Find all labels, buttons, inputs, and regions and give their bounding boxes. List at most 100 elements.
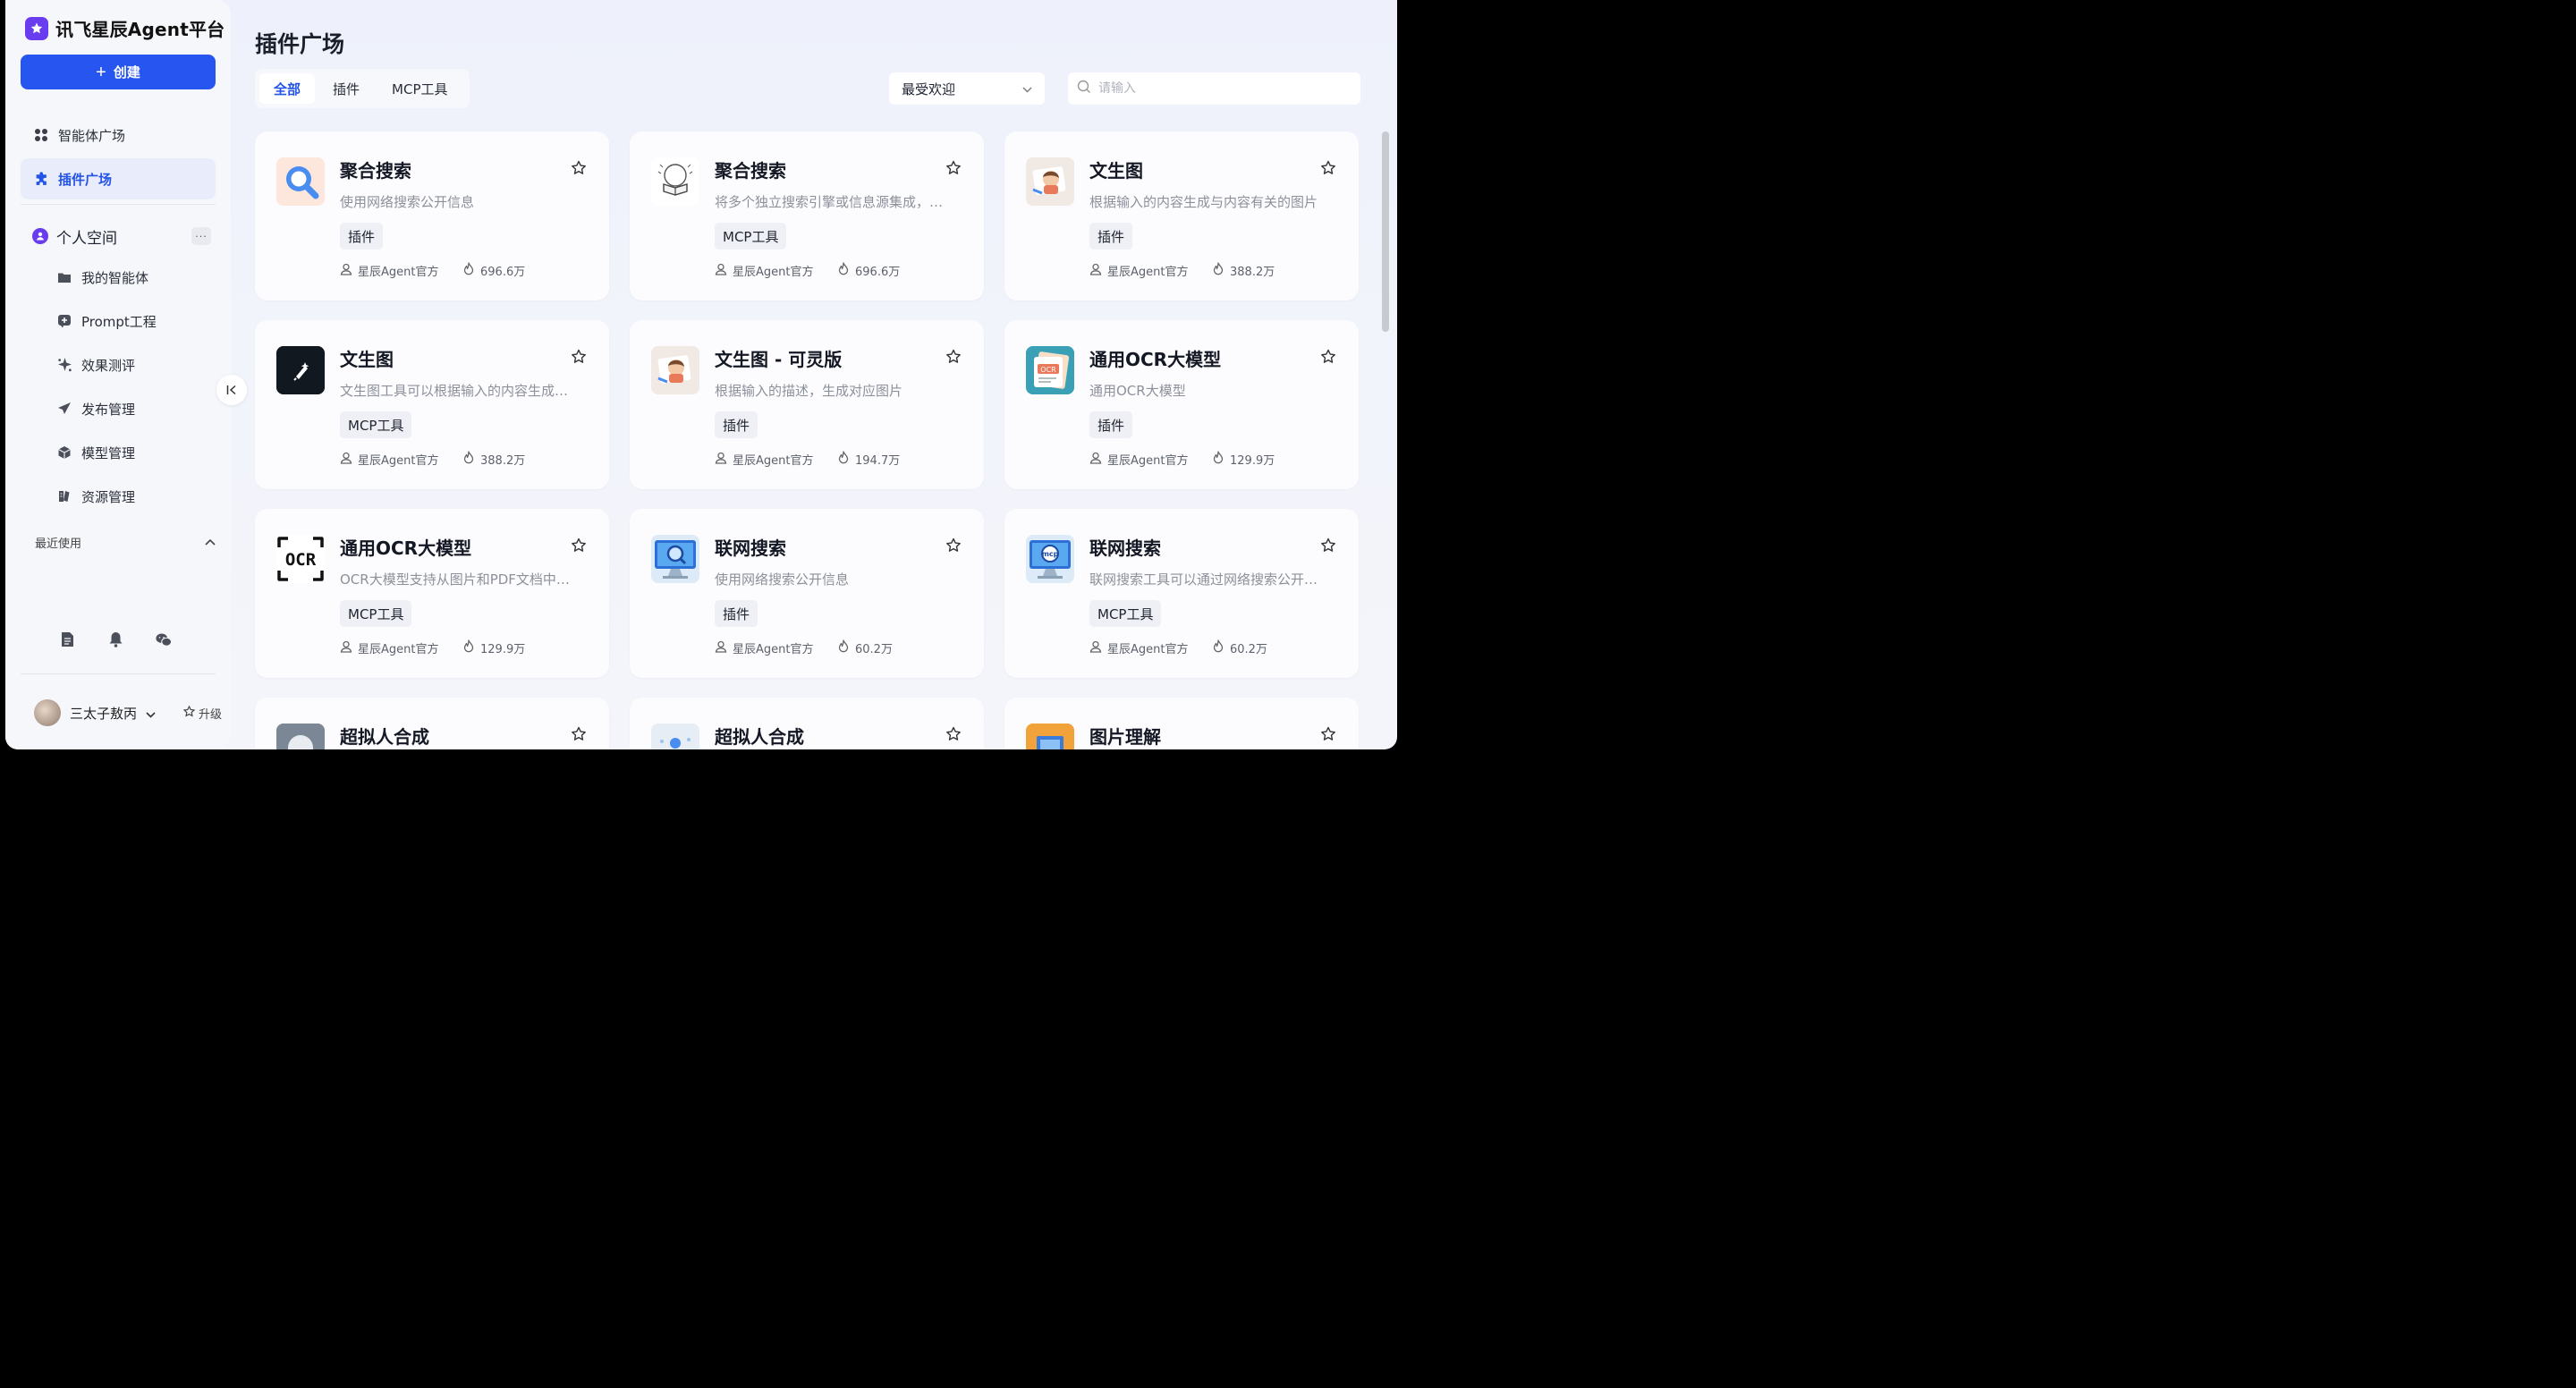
tab-all[interactable]: 全部 [259,73,316,104]
user-icon [1089,452,1102,468]
plugin-card[interactable]: 文生图 文生图工具可以根据输入的内容生成… MCP工具 星辰Agent官方 38… [255,320,609,489]
brand[interactable]: 讯飞星辰Agent平台 [25,15,225,41]
collapse-sidebar-button[interactable] [216,375,247,405]
card-description: 使用网络搜索公开信息 [340,194,475,210]
plugin-card[interactable]: 聚合搜索 将多个独立搜索引擎或信息源集成，… MCP工具 星辰Agent官方 6… [630,131,984,300]
girl-painting-icon [1026,157,1074,206]
sidebar-item-label: 模型管理 [81,444,136,461]
star-icon[interactable] [945,725,962,743]
resource-book-icon [56,488,72,504]
card-author: 星辰Agent官方 [358,454,439,468]
star-icon[interactable] [570,725,588,743]
card-title: 联网搜索 [1089,537,1161,559]
plugin-card[interactable]: 聚合搜索 使用网络搜索公开信息 插件 星辰Agent官方 696.6万 [255,131,609,300]
plugin-card[interactable]: 文生图 - 可灵版 根据输入的描述，生成对应图片 插件 星辰Agent官方 19… [630,320,984,489]
flame-icon [837,639,850,656]
star-icon[interactable] [570,159,588,177]
card-title: 聚合搜索 [715,160,786,182]
star-icon[interactable] [945,537,962,554]
scrollbar-thumb[interactable] [1382,131,1389,332]
chevron-down-icon[interactable] [146,705,156,722]
star-icon[interactable] [945,348,962,366]
plugin-card[interactable]: 超拟人合成 [630,698,984,749]
nav-item-agent-square[interactable]: 智能体广场 [21,114,216,156]
upgrade-label: 升级 [198,707,222,722]
user-icon [340,452,352,468]
upgrade-button[interactable]: 升级 [182,705,222,722]
plugin-card[interactable]: 图片理解 [1004,698,1359,749]
figure-scene-icon [651,724,699,749]
card-tag: MCP工具 [340,411,412,438]
folder-icon [56,269,72,285]
sidebar-item-prompt[interactable]: Prompt工程 [56,308,157,334]
card-title: 文生图 [340,349,394,370]
tab-plugins[interactable]: 插件 [318,73,374,104]
card-hot-count: 388.2万 [1230,266,1275,279]
image-frame-icon [1026,724,1074,749]
search-box[interactable] [1068,72,1360,105]
more-options-button[interactable]: ··· [191,227,211,245]
brand-logo-icon [25,16,48,40]
star-icon[interactable] [1319,159,1337,177]
card-description: 联网搜索工具可以通过网络搜索公开… [1089,571,1318,588]
card-description: 通用OCR大模型 [1089,383,1186,399]
svg-text:OCR: OCR [285,550,317,570]
grid-dots-icon [33,127,49,143]
star-icon[interactable] [945,159,962,177]
puzzle-icon [33,171,49,187]
user-icon [715,452,727,468]
sidebar-item-models[interactable]: 模型管理 [56,439,135,466]
plugin-card[interactable]: OCR 通用OCR大模型 通用OCR大模型 插件 星辰Agent官方 129.9… [1004,320,1359,489]
sort-select[interactable]: 最受欢迎 [889,72,1045,105]
divider [21,204,216,205]
card-title: 文生图 - 可灵版 [715,349,843,370]
monitor-search-icon [651,535,699,583]
sidebar-item-publish[interactable]: 发布管理 [56,395,135,422]
flame-icon [837,451,850,468]
star-icon[interactable] [1319,348,1337,366]
plus-icon: + [96,62,106,82]
star-icon[interactable] [570,537,588,554]
plugin-card[interactable]: 超拟人合成 [255,698,609,749]
sidebar-item-label: 我的智能体 [81,269,149,286]
card-author: 星辰Agent官方 [733,454,814,468]
tab-mcp-tools[interactable]: MCP工具 [377,73,462,104]
card-hot-count: 60.2万 [855,643,893,656]
plugin-card[interactable]: 文生图 根据输入的内容生成与内容有关的图片 插件 星辰Agent官方 388.2… [1004,131,1359,300]
paper-plane-icon [56,401,72,417]
sidebar-item-resources[interactable]: 资源管理 [56,483,135,510]
star-icon[interactable] [570,348,588,366]
wechat-icon[interactable] [156,631,172,647]
avatar[interactable] [34,699,61,726]
card-meta: 星辰Agent官方 696.6万 [340,262,525,279]
search-input[interactable] [1098,81,1352,96]
personal-space-label: 个人空间 [56,229,117,248]
sidebar-item-my-agents[interactable]: 我的智能体 [56,264,148,291]
personal-space-header[interactable]: 个人空间 ··· [32,224,211,249]
sparkle-pen-icon [276,346,325,394]
create-button[interactable]: + 创建 [21,55,216,89]
star-icon[interactable] [1319,725,1337,743]
recent-section-header[interactable]: 最近使用 [35,534,216,551]
card-description: 将多个独立搜索引擎或信息源集成，… [715,194,944,210]
flame-icon [462,639,475,656]
flame-icon [1212,262,1224,279]
recent-label: 最近使用 [35,537,82,551]
filter-tabs: 全部 插件 MCP工具 [255,69,470,108]
document-icon[interactable] [59,631,75,647]
user-profile[interactable]: 三太子敖丙 升级 [34,698,222,728]
sidebar-item-evaluation[interactable]: 效果测评 [56,351,135,378]
bell-icon[interactable] [107,631,123,647]
user-icon [1089,640,1102,656]
search-icon [1077,80,1091,97]
plugin-card[interactable]: OCR 通用OCR大模型 OCR大模型支持从图片和PDF文档中… MCP工具 星… [255,509,609,678]
card-title: 超拟人合成 [340,726,429,748]
card-title: 超拟人合成 [715,726,804,748]
user-name: 三太子敖丙 [70,705,138,722]
flame-icon [837,262,850,279]
nav-item-plugin-square[interactable]: 插件广场 [21,158,216,199]
plugin-card[interactable]: mcp 联网搜索 联网搜索工具可以通过网络搜索公开… MCP工具 星辰Agent… [1004,509,1359,678]
star-icon[interactable] [1319,537,1337,554]
card-author: 星辰Agent官方 [733,266,814,279]
plugin-card[interactable]: 联网搜索 使用网络搜索公开信息 插件 星辰Agent官方 60.2万 [630,509,984,678]
